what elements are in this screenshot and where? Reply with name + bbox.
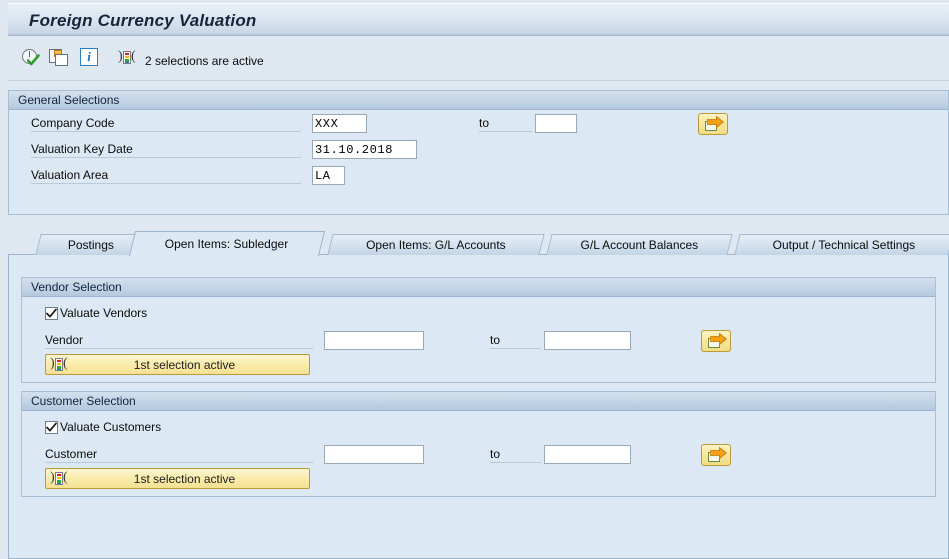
tab-open-items-gl-accounts[interactable]: Open Items: G/L Accounts bbox=[327, 234, 545, 255]
customer-1st-selection-active-label: 1st selection active bbox=[133, 471, 236, 486]
company-code-to-label: to bbox=[479, 116, 532, 132]
page-title: Foreign Currency Valuation bbox=[29, 11, 257, 30]
checkmark-icon bbox=[46, 308, 57, 318]
tab-open-items-subledger[interactable]: Open Items: Subledger bbox=[128, 231, 326, 256]
vendor-selection-header: Vendor Selection bbox=[22, 278, 935, 297]
vendor-selection-panel: Vendor Selection Valuate Vendors Vendor … bbox=[21, 277, 936, 383]
copy-variant-icon[interactable] bbox=[49, 48, 71, 68]
copy-icon-front-sheet bbox=[55, 54, 68, 66]
tab-postings-label: Postings bbox=[67, 238, 114, 252]
company-code-to-input[interactable] bbox=[535, 114, 577, 133]
multi-select-button-arrow-icon bbox=[707, 116, 724, 129]
tab-strip: Postings Open Items: Subledger Open Item… bbox=[8, 231, 949, 256]
customer-selection-title: Customer Selection bbox=[31, 394, 136, 408]
window-title-bar: Foreign Currency Valuation bbox=[8, 3, 949, 36]
selection-icon-right-paren: ( bbox=[131, 49, 136, 65]
vendor-selection-body: Valuate Vendors Vendor to ) (1st select… bbox=[22, 298, 935, 382]
vendor-label: Vendor bbox=[45, 333, 313, 349]
vendor-1st-selection-active-label: 1st selection active bbox=[133, 357, 236, 372]
valuate-vendors-checkbox[interactable] bbox=[45, 307, 58, 320]
customer-selection-header: Customer Selection bbox=[22, 392, 935, 411]
valuation-key-date-label: Valuation Key Date bbox=[31, 142, 301, 158]
tab-content-open-items-subledger: Vendor Selection Valuate Vendors Vendor … bbox=[8, 255, 949, 559]
valuate-vendors-label: Valuate Vendors bbox=[60, 306, 148, 320]
tab-open-items-gl-accounts-label: Open Items: G/L Accounts bbox=[366, 238, 506, 252]
checkmark-icon bbox=[46, 422, 57, 432]
sap-selection-screen: Foreign Currency Valuation i ) (2 selec… bbox=[0, 0, 949, 559]
multi-select-button-arrow-icon bbox=[710, 333, 727, 346]
tab-open-items-subledger-label: Open Items: Subledger bbox=[164, 237, 289, 251]
multiple-selection-button-company-code[interactable] bbox=[698, 113, 728, 135]
customer-input[interactable] bbox=[324, 445, 424, 464]
valuation-area-input[interactable] bbox=[312, 166, 345, 185]
tab-output-technical-settings[interactable]: Output / Technical Settings bbox=[734, 234, 949, 255]
application-toolbar: i ) ( 2 selections are active bbox=[8, 36, 949, 81]
company-code-label: Company Code bbox=[31, 116, 301, 132]
general-selections-body: Company Code to Valuation Key Date Valua… bbox=[9, 111, 948, 214]
vendor-selection-title: Vendor Selection bbox=[31, 280, 122, 294]
selection-bars-icon: ) ( bbox=[118, 50, 137, 65]
company-code-input[interactable] bbox=[312, 114, 367, 133]
general-selections-panel: General Selections Company Code to Valua… bbox=[8, 90, 949, 215]
vendor-to-label: to bbox=[490, 333, 541, 349]
selection-status-text: 2 selections are active bbox=[145, 54, 264, 68]
vendor-1st-selection-active-button[interactable]: ) ( 1st selection active bbox=[45, 354, 310, 375]
multiple-selection-icon[interactable]: ) ( bbox=[118, 50, 137, 65]
customer-to-label: to bbox=[490, 447, 541, 463]
vendor-input[interactable] bbox=[324, 331, 424, 350]
valuate-customers-checkbox[interactable] bbox=[45, 421, 58, 434]
valuate-customers-label: Valuate Customers bbox=[60, 420, 162, 434]
multiple-selection-button-customer[interactable] bbox=[701, 444, 731, 466]
tab-gl-account-balances[interactable]: G/L Account Balances bbox=[546, 234, 733, 255]
selection-icon-bars bbox=[123, 51, 131, 65]
info-icon-glyph: i bbox=[87, 49, 91, 64]
customer-selection-body: Valuate Customers Customer to ) (1st se… bbox=[22, 412, 935, 496]
tab-gl-account-balances-label: G/L Account Balances bbox=[580, 238, 699, 252]
information-icon[interactable]: i bbox=[80, 48, 100, 68]
customer-selection-panel: Customer Selection Valuate Customers Cus… bbox=[21, 391, 936, 497]
multi-select-button-arrow-icon bbox=[710, 447, 727, 460]
valuation-area-label: Valuation Area bbox=[31, 168, 301, 184]
customer-label: Customer bbox=[45, 447, 313, 463]
valuation-key-date-input[interactable] bbox=[312, 140, 417, 159]
customer-1st-selection-active-button[interactable]: ) ( 1st selection active bbox=[45, 468, 310, 489]
execute-icon-check bbox=[27, 54, 40, 66]
multiple-selection-button-vendor[interactable] bbox=[701, 330, 731, 352]
vendor-to-input[interactable] bbox=[544, 331, 631, 350]
customer-to-input[interactable] bbox=[544, 445, 631, 464]
general-selections-header: General Selections bbox=[9, 91, 948, 110]
tab-output-technical-settings-label: Output / Technical Settings bbox=[772, 238, 916, 252]
general-selections-title: General Selections bbox=[18, 93, 120, 107]
execute-clock-check-icon[interactable] bbox=[21, 48, 41, 68]
